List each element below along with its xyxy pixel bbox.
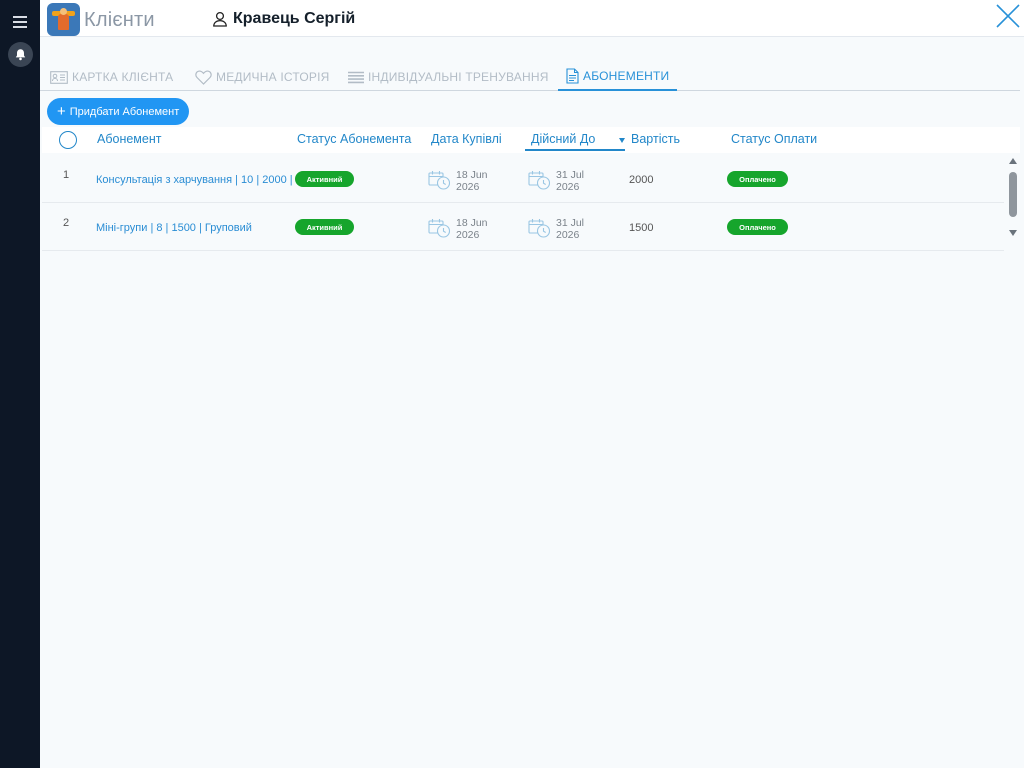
add-subscription-button[interactable]: + Придбати Абонемент (47, 98, 190, 125)
purchase-date: 18 Jun 2026 (428, 217, 488, 241)
plus-icon: + (57, 103, 66, 120)
table-body: 1 Консультація з харчування | 10 | 2000 … (42, 155, 1004, 251)
price-value: 2000 (629, 174, 654, 186)
table-scrollbar[interactable] (1006, 156, 1020, 240)
tab-individual-trainings[interactable]: ІНДИВІДУАЛЬНІ ТРЕНУВАННЯ (348, 63, 549, 91)
column-header-subscription-status[interactable]: Статус Абонемента (297, 132, 411, 146)
tab-subscriptions-label: АБОНЕМЕНТИ (583, 69, 670, 83)
column-header-payment-status[interactable]: Статус Оплати (731, 132, 817, 146)
scrollbar-thumb[interactable] (1009, 172, 1017, 217)
select-all-checkbox[interactable] (59, 131, 77, 149)
column-header-purchase-date[interactable]: Дата Купівлі (431, 132, 502, 146)
purchase-date-day: 18 Jun (456, 169, 488, 181)
calendar-clock-icon (428, 219, 451, 238)
column-header-price[interactable]: Вартість (631, 132, 680, 146)
column-header-subscription[interactable]: Абонемент (97, 132, 161, 146)
list-icon (348, 71, 364, 83)
client-name: Кравець Сергій (233, 10, 356, 27)
calendar-clock-icon (528, 219, 551, 238)
bell-icon (15, 49, 26, 61)
user-icon (213, 11, 227, 27)
payment-status-badge: Оплачено (727, 219, 788, 235)
valid-until-year: 2026 (556, 181, 580, 193)
status-badge: Активний (295, 219, 354, 235)
client-header: Кравець Сергій (212, 10, 355, 28)
tab-medical-history[interactable]: МЕДИЧНА ІСТОРІЯ (195, 63, 329, 91)
tab-subscriptions[interactable]: АБОНЕМЕНТИ (558, 63, 678, 91)
page-title: Клієнти (84, 9, 155, 31)
tab-client-card-label: КАРТКА КЛІЄНТА (72, 70, 174, 84)
page-header: Клієнти Кравець Сергій (40, 0, 1024, 37)
tab-client-card[interactable]: КАРТКА КЛІЄНТА (50, 63, 173, 91)
column-header-valid-until[interactable]: Дійсний До (531, 132, 595, 146)
valid-until-date: 31 Jul 2026 (528, 169, 584, 193)
valid-until-date: 31 Jul 2026 (528, 217, 584, 241)
purchase-date-year: 2026 (456, 229, 480, 241)
purchase-date: 18 Jun 2026 (428, 169, 488, 193)
heart-icon (195, 70, 212, 85)
status-badge: Активний (295, 171, 354, 187)
document-icon (566, 68, 579, 84)
price-value: 1500 (629, 222, 654, 234)
table-header: Абонемент Статус Абонемента Дата Купівлі… (42, 127, 1020, 153)
table-row[interactable]: 2 Міні-групи | 8 | 1500 | Груповий Актив… (42, 203, 1004, 251)
valid-until-day: 31 Jul (556, 169, 585, 181)
subscription-link[interactable]: Міні-групи | 8 | 1500 | Груповий (96, 222, 252, 234)
row-number: 2 (63, 217, 70, 229)
valid-until-day: 31 Jul (556, 217, 585, 229)
id-card-icon (50, 70, 68, 84)
tab-bar: КАРТКА КЛІЄНТА МЕДИЧНА ІСТОРІЯ ІНДИВІДУА… (40, 63, 1020, 91)
calendar-clock-icon (428, 171, 451, 190)
subscription-link[interactable]: Консультація з харчування | 10 | 2000 | … (96, 174, 292, 186)
purchase-date-year: 2026 (456, 181, 480, 193)
app-logo (47, 3, 80, 36)
tab-individual-trainings-label: ІНДИВІДУАЛЬНІ ТРЕНУВАННЯ (368, 70, 549, 84)
notifications-button[interactable] (8, 42, 33, 67)
sort-indicator-underline (525, 149, 625, 151)
row-number: 1 (63, 169, 70, 181)
payment-status-badge: Оплачено (727, 171, 788, 187)
scroll-down-arrow-icon[interactable] (1009, 230, 1017, 236)
close-icon[interactable] (995, 3, 1021, 29)
valid-until-year: 2026 (556, 229, 580, 241)
purchase-date-day: 18 Jun (456, 217, 488, 229)
scroll-up-arrow-icon[interactable] (1009, 158, 1017, 164)
sort-desc-icon[interactable] (619, 138, 625, 143)
add-subscription-label: Придбати Абонемент (69, 105, 180, 118)
left-rail (0, 0, 40, 768)
table-row[interactable]: 1 Консультація з харчування | 10 | 2000 … (42, 155, 1004, 203)
tab-medical-history-label: МЕДИЧНА ІСТОРІЯ (216, 70, 330, 84)
menu-icon[interactable] (13, 16, 27, 28)
calendar-clock-icon (528, 171, 551, 190)
